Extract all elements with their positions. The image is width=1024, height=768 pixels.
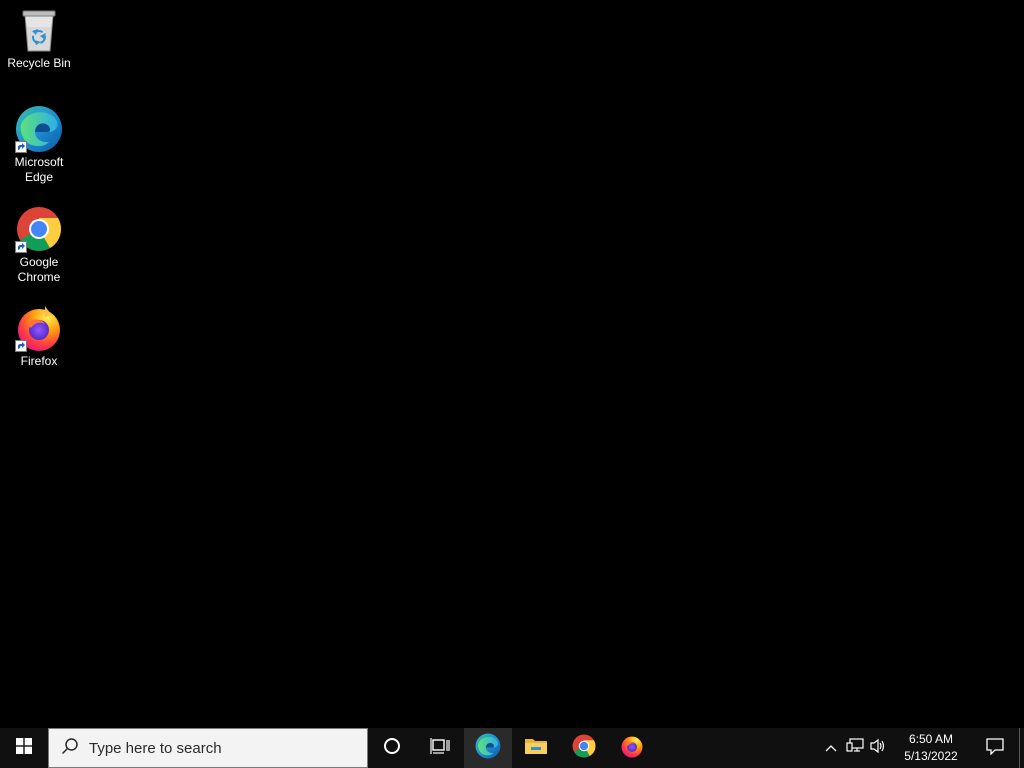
desktop-icon-label: Microsoft Edge (14, 155, 64, 184)
action-center-button[interactable] (971, 728, 1019, 768)
taskbar-app-edge[interactable] (464, 728, 512, 768)
network-icon (846, 737, 864, 759)
chrome-icon (15, 205, 63, 253)
clock-date: 5/13/2022 (904, 749, 958, 763)
desktop-icon-google-chrome[interactable]: Google Chrome (3, 205, 75, 285)
chevron-up-icon (825, 739, 837, 757)
cortana-button[interactable] (368, 728, 416, 768)
show-desktop-button[interactable] (1019, 728, 1024, 768)
folder-icon (524, 736, 548, 761)
taskbar-app-chrome[interactable] (560, 728, 608, 768)
shortcut-arrow-icon (15, 340, 27, 352)
clock-time: 6:50 AM (908, 732, 954, 746)
notification-icon (986, 737, 1004, 760)
shortcut-arrow-icon (15, 241, 27, 253)
desktop-icon-label: Google Chrome (17, 255, 61, 284)
windows-logo-icon (16, 737, 32, 759)
search-icon (61, 737, 79, 760)
search-input[interactable]: Type here to search (48, 728, 368, 768)
desktop-icon-label: Recycle Bin (7, 56, 71, 70)
edge-icon (475, 733, 501, 764)
desktop-icon-microsoft-edge[interactable]: Microsoft Edge (3, 105, 75, 185)
clock[interactable]: 6:50 AM 5/13/2022 (891, 728, 971, 768)
firefox-icon (15, 304, 63, 352)
search-placeholder: Type here to search (89, 739, 222, 757)
show-hidden-icons-button[interactable] (819, 728, 843, 768)
task-view-icon (430, 737, 450, 760)
desktop-icon-recycle-bin[interactable]: Recycle Bin (3, 6, 75, 71)
cortana-icon (383, 737, 401, 760)
desktop-icon-label: Firefox (20, 354, 58, 368)
taskbar-app-firefox[interactable] (608, 728, 656, 768)
task-view-button[interactable] (416, 728, 464, 768)
recycle-bin-icon (15, 6, 63, 54)
edge-icon (15, 105, 63, 153)
taskbar: Type here to search 6:50 AM 5/13/2022 (0, 728, 1024, 768)
desktop-icon-firefox[interactable]: Firefox (3, 304, 75, 369)
start-button[interactable] (0, 728, 48, 768)
system-tray: 6:50 AM 5/13/2022 (819, 728, 1024, 768)
volume-icon (870, 738, 888, 759)
firefox-icon (620, 734, 644, 763)
volume-button[interactable] (867, 728, 891, 768)
taskbar-app-file-explorer[interactable] (512, 728, 560, 768)
shortcut-arrow-icon (15, 141, 27, 153)
network-button[interactable] (843, 728, 867, 768)
desktop[interactable]: Recycle Bin Microsoft Edge Google Chrome… (0, 0, 1024, 728)
chrome-icon (572, 734, 596, 763)
